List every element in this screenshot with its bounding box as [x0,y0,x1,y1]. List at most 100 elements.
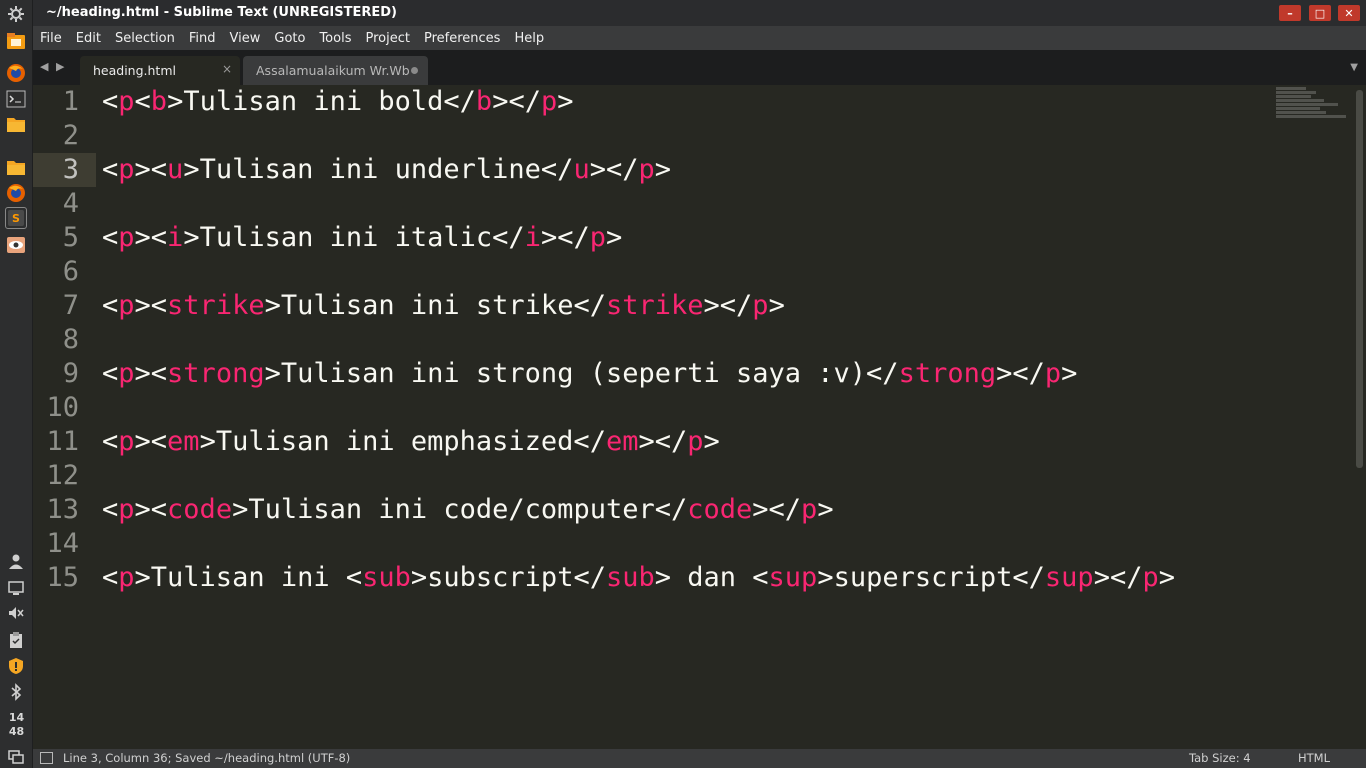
line-number: 7 [62,290,79,321]
html-tag-name: p [638,154,655,185]
line-number: 2 [62,120,79,151]
code-text: < [102,154,119,185]
tab-back-arrow-icon[interactable]: ◀ [40,60,48,73]
panel-toggle-icon[interactable] [40,752,53,764]
html-tag-name: p [118,562,135,593]
tab-label: Assalamualaikum Wr.Wb [256,63,410,78]
code-text: < [102,222,119,253]
shield-icon[interactable] [5,655,27,677]
clipboard-icon[interactable] [5,629,27,651]
code-text: >< [134,290,168,321]
minimize-button[interactable]: – [1279,5,1301,21]
html-tag-name: p [118,154,135,185]
tab-close-icon[interactable]: × [222,62,232,76]
code-text: ></ [492,86,541,117]
code-text: >< [134,494,168,525]
code-text: >Tulisan ini bold</ [167,86,476,117]
folder-icon[interactable] [5,156,27,178]
menu-find[interactable]: Find [182,31,223,46]
html-tag-name: strong [898,358,997,389]
html-tag-name: sub [605,562,655,593]
code-line[interactable]: <p><strong>Tulisan ini strong (seperti s… [102,357,1077,391]
folder-icon[interactable] [5,113,27,135]
tab-heading-html[interactable]: heading.html × [80,56,240,85]
code-text: > [606,222,623,253]
eye-icon[interactable] [5,234,27,256]
code-line[interactable]: <p>Tulisan ini <sub>subscript</sub> dan … [102,561,1175,595]
menu-goto[interactable]: Goto [267,31,312,46]
code-line[interactable]: <p<b>Tulisan ini bold</b></p> [102,85,574,119]
menu-file[interactable]: File [33,31,69,46]
terminal-icon[interactable] [5,88,27,110]
syntax-indicator[interactable]: HTML [1298,751,1330,765]
html-tag-name: i [167,222,184,253]
code-text: ></ [752,494,802,525]
code-text: >< [134,222,168,253]
code-text: ></ [638,426,688,457]
menu-bar: File Edit Selection Find View Goto Tools… [33,26,1366,50]
workspace-icon[interactable] [5,746,27,768]
menu-project[interactable]: Project [358,31,416,46]
user-icon[interactable] [5,550,27,572]
code-text: < [102,358,119,389]
line-number: 12 [46,460,79,491]
code-text: ></ [996,358,1045,389]
code-line[interactable]: <p><u>Tulisan ini underline</u></p> [102,153,671,187]
code-text: >Tulisan ini code/computer</ [232,494,688,525]
code-text: >Tulisan ini underline</ [183,154,574,185]
bluetooth-icon[interactable] [5,681,27,703]
tab-list-dropdown-icon[interactable]: ▼ [1350,62,1358,73]
tab-assalamualaikum[interactable]: Assalamualaikum Wr.Wb [243,56,428,85]
firefox-icon[interactable] [5,62,27,84]
html-tag-name: p [118,426,135,457]
settings-icon[interactable] [5,3,27,25]
html-tag-name: sub [362,562,411,593]
html-tag-name: sup [768,562,818,593]
line-number: 5 [62,222,79,253]
code-line[interactable]: <p><em>Tulisan ini emphasized</em></p> [102,425,720,459]
files-icon[interactable] [5,30,27,52]
code-line[interactable]: <p><code>Tulisan ini code/computer</code… [102,493,834,527]
close-button[interactable]: ✕ [1338,5,1360,21]
html-tag-name: u [573,154,590,185]
menu-preferences[interactable]: Preferences [417,31,507,46]
sublime-text-icon[interactable]: S [5,207,27,229]
vertical-scrollbar[interactable] [1356,90,1363,468]
code-text: ></ [703,290,753,321]
line-number: 13 [46,494,79,525]
menu-selection[interactable]: Selection [108,31,182,46]
menu-edit[interactable]: Edit [69,31,108,46]
html-tag-name: p [118,494,135,525]
tab-bar: ◀ ▶ heading.html × Assalamualaikum Wr.Wb… [33,50,1366,85]
minimap[interactable] [1276,87,1346,123]
code-text: >Tulisan ini emphasized</ [199,426,606,457]
html-tag-name: p [118,222,135,253]
menu-help[interactable]: Help [507,31,551,46]
html-tag-name: p [118,290,135,321]
code-editor[interactable]: 1 2 3 4 5 6 7 8 9 10 11 12 13 14 15 <p<b>Tulisan ini b… [33,85,1366,749]
maximize-button[interactable]: □ [1309,5,1331,21]
unsaved-dot-icon[interactable] [411,67,418,74]
code-text: < [102,290,119,321]
line-number: 3 [62,154,79,185]
tab-size-indicator[interactable]: Tab Size: 4 [1189,751,1251,765]
menu-tools[interactable]: Tools [312,31,358,46]
display-icon[interactable] [5,577,27,599]
line-number: 1 [62,86,79,117]
code-text: < [102,494,119,525]
line-number: 9 [62,358,79,389]
html-tag-name: p [687,426,704,457]
code-text: > [768,290,785,321]
code-line[interactable]: <p><strike>Tulisan ini strike</strike></… [102,289,785,323]
html-tag-name: strike [605,290,704,321]
menu-view[interactable]: View [223,31,268,46]
code-line[interactable]: <p><i>Tulisan ini italic</i></p> [102,221,622,255]
volume-mute-icon[interactable] [5,602,27,624]
code-text: >Tulisan ini strong (seperti saya :v)</ [264,358,899,389]
code-text: >Tulisan ini italic</ [183,222,525,253]
html-tag-name: code [687,494,753,525]
launcher-dock: S 14 48 [0,0,33,768]
firefox-icon[interactable] [5,182,27,204]
svg-text:S: S [12,212,20,225]
tab-forward-arrow-icon[interactable]: ▶ [56,60,64,73]
